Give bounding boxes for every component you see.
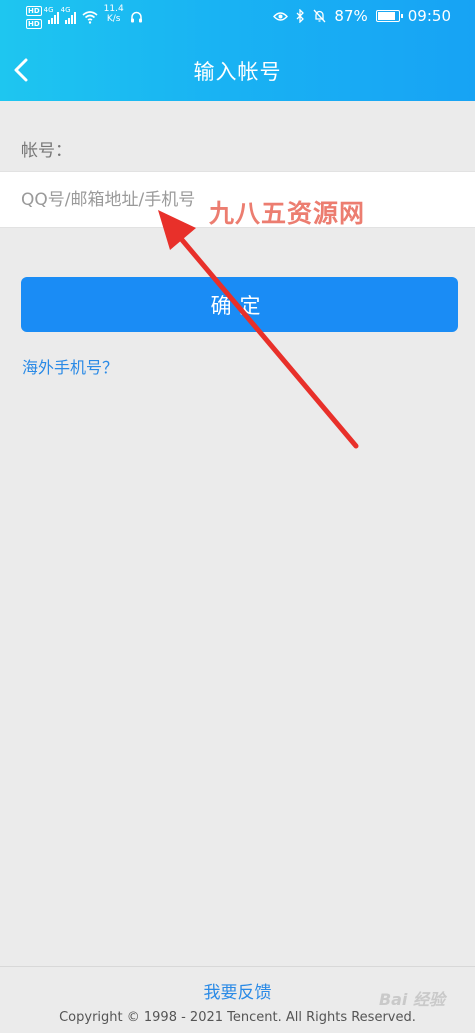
status-bar: HD HD 4G 4G 11.4 K/s 87% 09:50 xyxy=(0,0,475,36)
speed-value: 11.4 xyxy=(103,4,124,14)
hd-badges: HD HD xyxy=(26,6,42,29)
page-title: 输入帐号 xyxy=(193,60,282,84)
network-type: 4G xyxy=(60,6,71,14)
wifi-icon xyxy=(82,11,98,24)
network-speed: 11.4 K/s xyxy=(104,4,124,24)
copyright-text: Copyright © 1998 - 2021 Tencent. All Rig… xyxy=(59,1010,416,1025)
app-header: HD HD 4G 4G 11.4 K/s 87% 09:50 输入帐号 xyxy=(0,0,475,101)
mute-bell-icon xyxy=(313,9,326,23)
title-bar: 输入帐号 xyxy=(0,44,475,96)
account-input[interactable] xyxy=(0,172,475,227)
confirm-button[interactable]: 确定 xyxy=(21,277,458,332)
eye-icon xyxy=(273,11,289,21)
overseas-phone-link[interactable]: 海外手机号？ xyxy=(22,354,118,378)
status-left: HD HD 4G 4G 11.4 K/s xyxy=(26,4,143,29)
speed-unit: K/s xyxy=(106,14,121,24)
account-input-row xyxy=(0,171,475,228)
hd-badge: HD xyxy=(26,6,42,16)
battery-fill xyxy=(377,12,395,20)
baidu-watermark: Bai 经验 xyxy=(378,990,445,1009)
footer-divider xyxy=(0,966,475,967)
account-label: 帐号： xyxy=(21,141,72,161)
network-type: 4G xyxy=(43,6,54,14)
clock: 09:50 xyxy=(407,7,451,25)
signal-icon: 4G xyxy=(61,6,76,24)
hd-badge: HD xyxy=(26,19,42,29)
battery-icon xyxy=(375,10,403,22)
status-right: 87% 09:50 xyxy=(273,7,451,25)
signal-icon: 4G xyxy=(44,6,59,24)
headset-icon xyxy=(130,11,142,23)
battery-percent: 87% xyxy=(334,7,368,25)
bluetooth-icon xyxy=(296,9,305,23)
